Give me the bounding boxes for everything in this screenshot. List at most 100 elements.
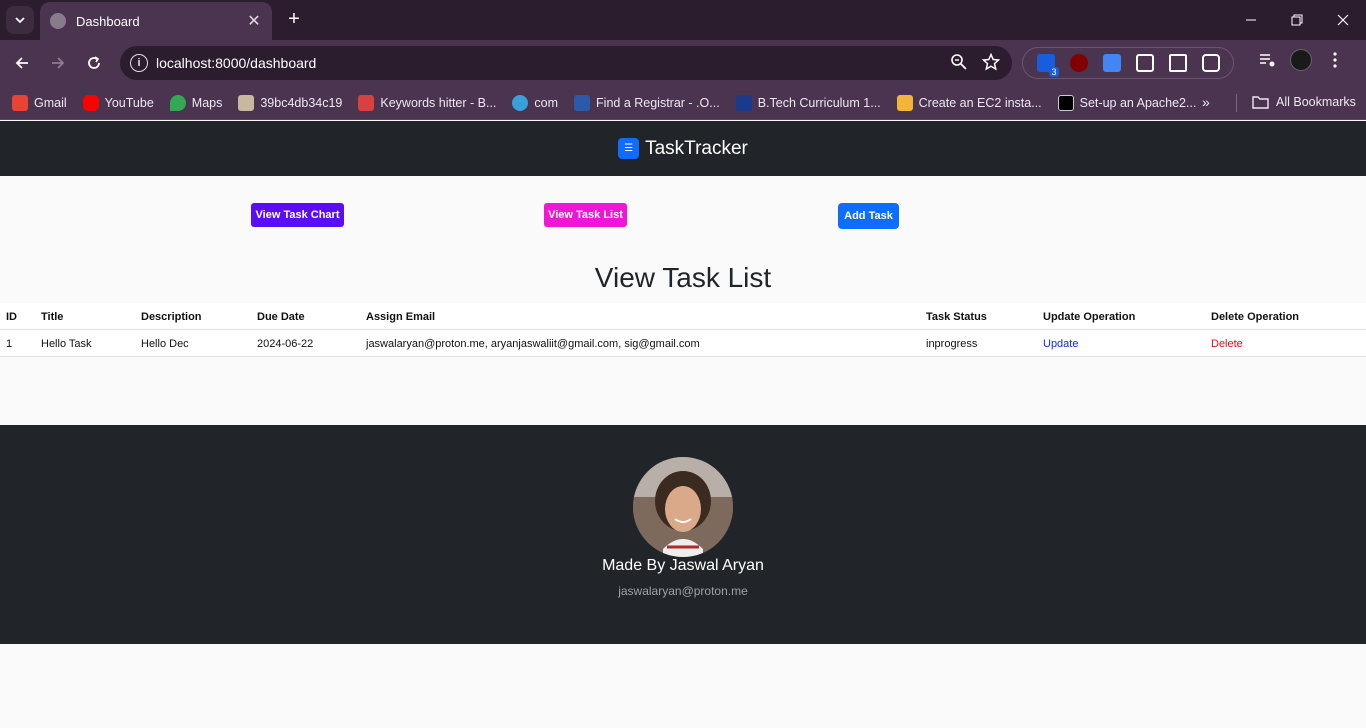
list-icon: ☰ [618, 138, 640, 159]
brand-title[interactable]: TaskTracker [645, 138, 748, 160]
globe-icon [50, 13, 66, 29]
folder-icon [1252, 96, 1269, 109]
ublock-icon[interactable] [1069, 54, 1088, 72]
add-task-button[interactable]: Add Task [838, 203, 899, 229]
cell-description: Hello Dec [141, 338, 189, 350]
extensions-group: 3 [1022, 47, 1234, 79]
more-vertical-icon[interactable] [1326, 51, 1344, 69]
url-text[interactable]: localhost:8000/dashboard [156, 55, 316, 71]
restore-button[interactable] [1274, 0, 1320, 40]
bookmark-label: YouTube [104, 95, 154, 110]
zoom-icon[interactable] [950, 53, 968, 71]
all-bookmarks-label: All Bookmarks [1276, 95, 1356, 109]
star-icon[interactable] [982, 53, 1000, 71]
globe-icon [512, 94, 529, 111]
tab-dashboard[interactable]: Dashboard ✕ [40, 2, 272, 40]
aws-icon [896, 94, 913, 111]
cell-due-date: 2024-06-22 [257, 338, 314, 350]
bookmarks-bar: Gmail YouTube Maps 39bc4db34c19 Keywords… [0, 86, 1366, 120]
bookmark-label: com [534, 95, 559, 110]
bookmark-label: Create an EC2 insta... [918, 95, 1042, 110]
header-delete-operation: Delete Operation [1211, 311, 1300, 323]
toolbar-right [1258, 49, 1344, 71]
bookmark-youtube[interactable]: YouTube [82, 94, 154, 111]
window-controls [1228, 0, 1366, 40]
address-bar[interactable]: i localhost:8000/dashboard [120, 46, 1012, 80]
close-icon [1337, 14, 1349, 26]
bookmark-btech-curriculum[interactable]: B.Tech Curriculum 1... [735, 94, 881, 111]
minimize-icon [1246, 19, 1256, 21]
bookmark-apache2[interactable]: Set-up an Apache2... [1057, 94, 1197, 111]
bookmark-39bc4db34c19[interactable]: 39bc4db34c19 [238, 94, 342, 111]
author-avatar [633, 457, 733, 557]
footer-email: jaswalaryan@proton.me [618, 584, 748, 598]
bookmark-gmail[interactable]: Gmail [12, 94, 67, 111]
arrow-left-icon [15, 57, 28, 69]
header-id: ID [6, 311, 17, 323]
bitwarden-icon[interactable]: 3 [1036, 54, 1059, 77]
browser-tab-bar: Dashboard ✕ + [0, 0, 1366, 40]
reload-icon [88, 56, 100, 69]
profile-avatar[interactable] [1290, 49, 1312, 71]
view-task-chart-button[interactable]: View Task Chart [251, 203, 344, 227]
keywords-icon [358, 94, 375, 111]
minimize-button[interactable] [1228, 0, 1274, 40]
bookmark-label: Set-up an Apache2... [1079, 95, 1197, 110]
bookmark-keywords-hitter[interactable]: Keywords hitter - B... [358, 94, 497, 111]
browser-toolbar: i localhost:8000/dashboard 3 [0, 40, 1366, 86]
all-bookmarks-button[interactable]: All Bookmarks [1252, 94, 1356, 110]
cell-id: 1 [6, 338, 13, 350]
chevron-double-right-icon[interactable]: » [1202, 94, 1210, 110]
site-info-icon[interactable]: i [130, 54, 148, 72]
trash-icon[interactable] [1168, 54, 1187, 72]
bookmark-label: B.Tech Curriculum 1... [757, 95, 881, 110]
bookmark-label: Maps [191, 95, 223, 110]
extension-badge: 3 [1049, 67, 1059, 77]
bookmark-find-registrar[interactable]: Find a Registrar - .O... [574, 94, 720, 111]
bookmark-label: Find a Registrar - .O... [596, 95, 720, 110]
app-navbar: ☰ TaskTracker [0, 121, 1366, 176]
media-control-icon[interactable] [1258, 51, 1276, 69]
cell-assign-email: jaswalaryan@proton.me, aryanjaswaliit@gm… [366, 338, 700, 350]
back-button[interactable] [8, 49, 36, 77]
bookmark-label: Keywords hitter - B... [380, 95, 497, 110]
restore-icon [1291, 14, 1303, 26]
header-task-status: Task Status [926, 311, 987, 323]
page-title: View Task List [594, 262, 772, 293]
cell-task-status: inprogress [926, 338, 978, 350]
bookmark-maps[interactable]: Maps [169, 94, 223, 111]
header-assign-email: Assign Email [366, 311, 436, 323]
reload-button[interactable] [80, 49, 108, 77]
close-icon[interactable]: ✕ [246, 11, 262, 31]
bookmark-ec2[interactable]: Create an EC2 insta... [896, 94, 1042, 111]
bookmark-com[interactable]: com [512, 94, 559, 111]
maps-icon [169, 94, 186, 111]
header-update-operation: Update Operation [1043, 311, 1136, 323]
bookmarks-divider [1236, 94, 1237, 112]
arrow-right-icon [52, 57, 65, 69]
omnibox-actions [950, 53, 1000, 71]
tab-title: Dashboard [76, 13, 140, 29]
made-by-text: Made By Jaswal Aryan [602, 557, 764, 574]
header-title: Title [41, 311, 64, 323]
update-link[interactable]: Update [1043, 338, 1078, 350]
header-due-date: Due Date [257, 311, 305, 323]
translate-icon[interactable] [1102, 54, 1121, 72]
page-icon [238, 94, 255, 111]
chevron-down-icon [15, 17, 25, 24]
close-window-button[interactable] [1320, 0, 1366, 40]
puzzle-icon[interactable] [1201, 54, 1220, 72]
picture-in-picture-icon[interactable] [1135, 54, 1154, 72]
youtube-icon [82, 94, 99, 111]
tab-search-button[interactable] [6, 6, 34, 34]
forward-button[interactable] [44, 49, 72, 77]
university-icon [735, 94, 752, 111]
delete-link[interactable]: Delete [1211, 338, 1243, 350]
new-tab-button[interactable]: + [282, 8, 306, 32]
footer: Made By Jaswal Aryan jaswalaryan@proton.… [0, 425, 1366, 644]
gmail-icon [12, 94, 28, 111]
author-photo [633, 457, 733, 557]
view-task-list-button[interactable]: View Task List [544, 203, 627, 227]
header-description: Description [141, 311, 202, 323]
org-icon [574, 94, 591, 111]
